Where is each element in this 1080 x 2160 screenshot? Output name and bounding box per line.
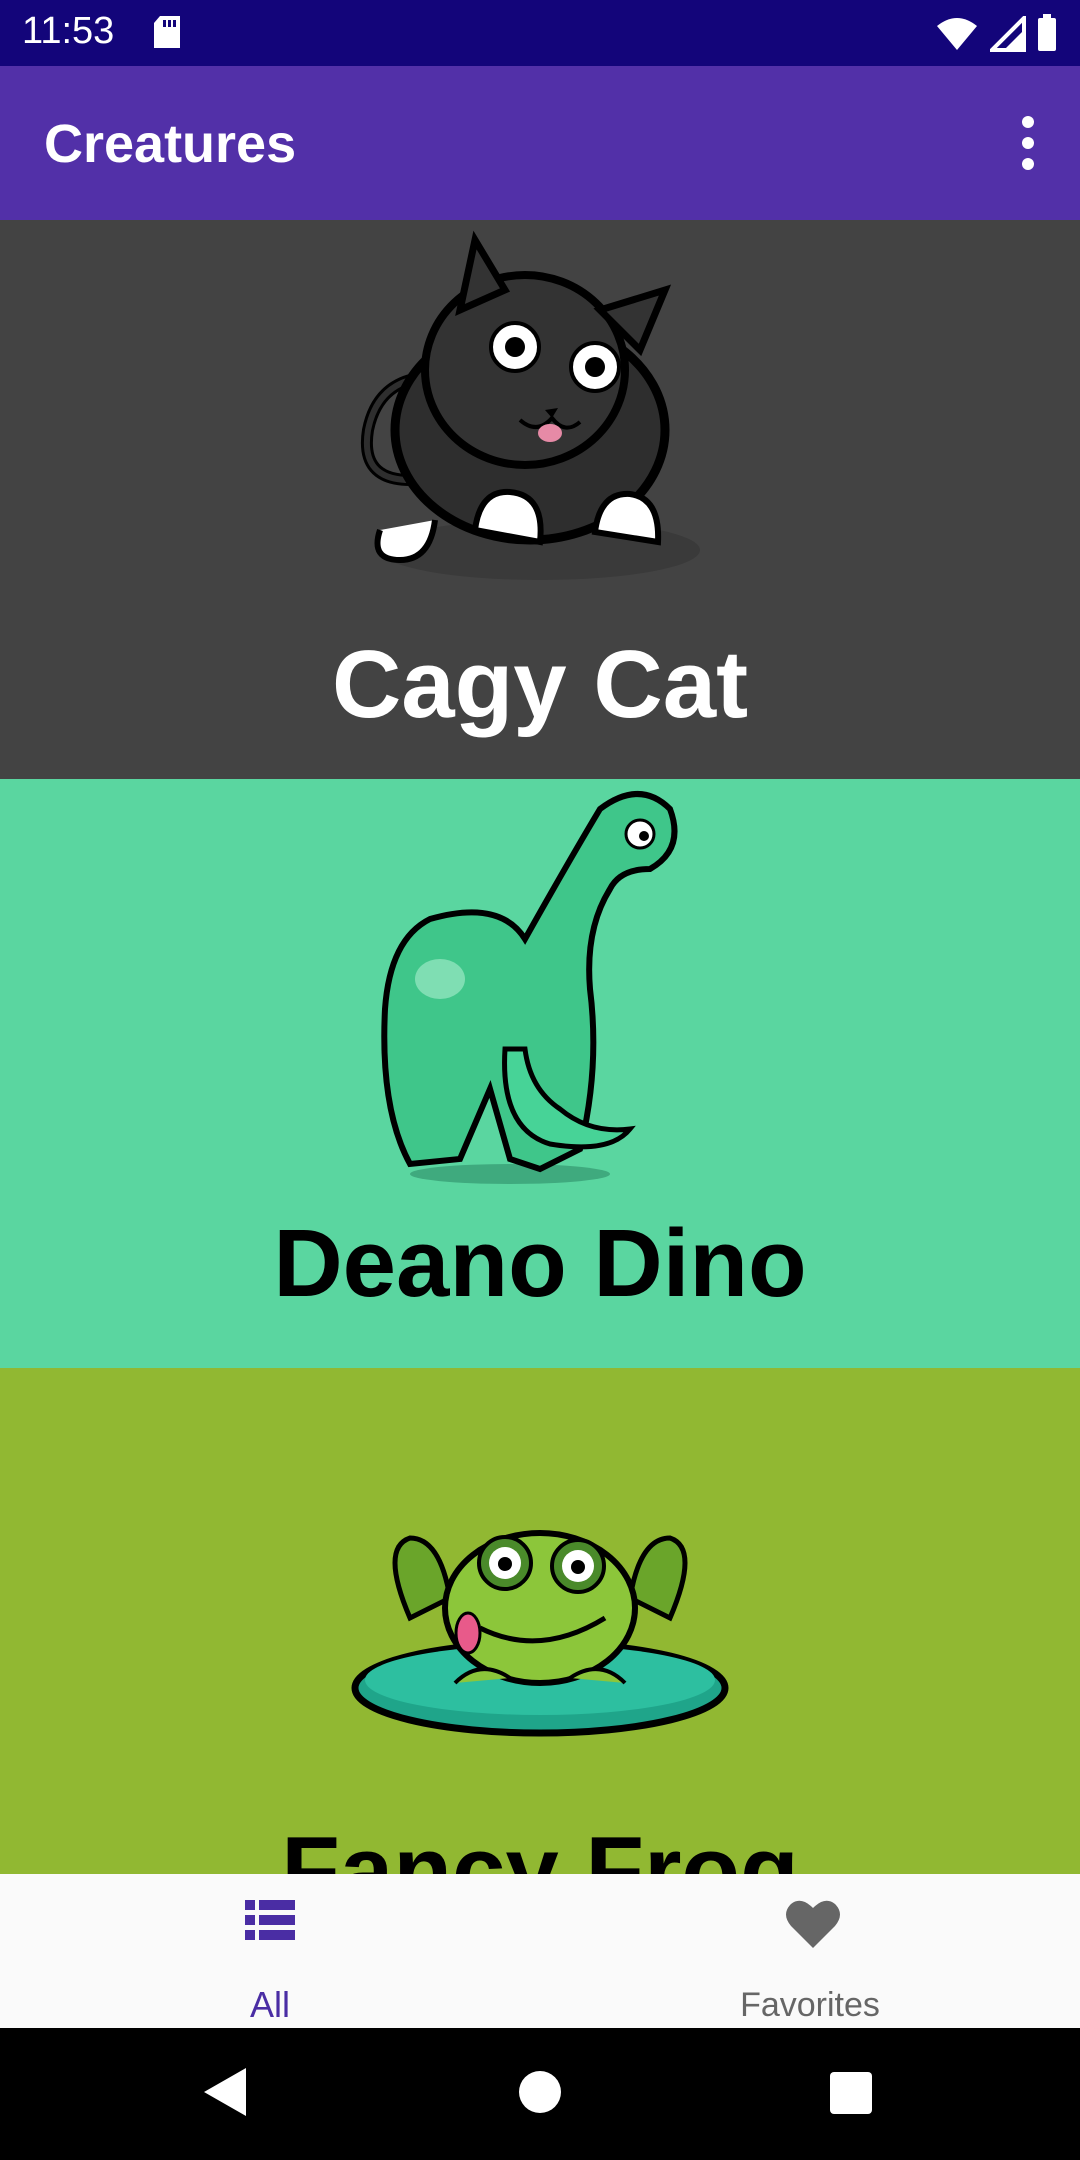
nav-label-favorites: Favorites <box>740 1986 880 2024</box>
creature-card-cat[interactable]: Cagy Cat <box>0 220 1080 779</box>
creature-name: Cagy Cat <box>331 631 749 738</box>
frog-image <box>351 1530 729 1737</box>
system-navigation-bar <box>0 2028 1080 2160</box>
status-icons <box>929 13 1058 57</box>
heart-icon <box>785 1898 841 1955</box>
creature-name: Deano Dino <box>273 1210 807 1317</box>
creature-name: Fancy Frog <box>281 1817 799 1874</box>
creature-card-dino[interactable]: Deano Dino <box>0 779 1080 1368</box>
dino-image <box>381 791 678 1184</box>
wifi-icon <box>937 18 978 50</box>
signal-icon <box>986 13 1026 52</box>
home-icon[interactable] <box>518 2066 562 2123</box>
creature-list[interactable]: Cagy Cat Deano Dino Fancy Frog <box>0 220 1080 1874</box>
bottom-navigation: All Favorites <box>0 1874 1080 2028</box>
more-vert-icon[interactable] <box>1008 110 1048 176</box>
cat-image <box>360 230 700 580</box>
list-icon <box>245 1898 295 1947</box>
recents-icon[interactable] <box>828 2066 874 2123</box>
sd-card-icon <box>152 14 182 55</box>
nav-item-all[interactable]: All <box>0 1874 540 2028</box>
status-time: 11:53 <box>22 10 115 52</box>
back-icon[interactable] <box>200 2066 248 2123</box>
nav-label-all: All <box>249 1984 290 2025</box>
app-title: Creatures <box>44 114 297 174</box>
creature-card-frog[interactable]: Fancy Frog <box>0 1368 1080 1874</box>
app-bar: Creatures <box>0 66 1080 220</box>
status-bar: 11:53 <box>0 0 1080 66</box>
nav-item-favorites[interactable]: Favorites <box>540 1874 1080 2028</box>
battery-icon <box>1038 14 1056 51</box>
